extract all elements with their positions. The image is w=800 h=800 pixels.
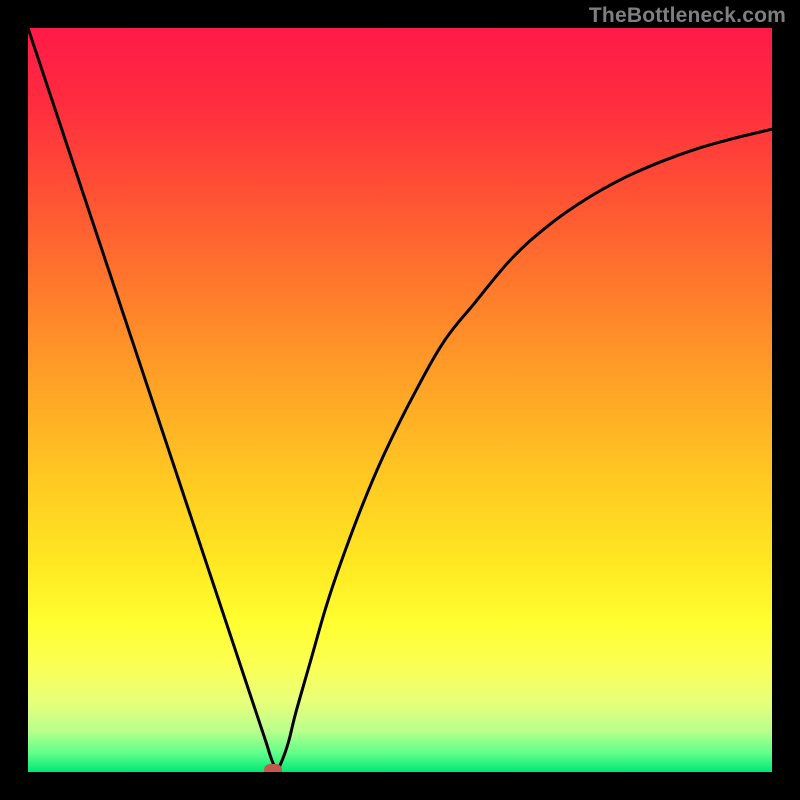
minimum-marker [264, 764, 282, 772]
plot-area [28, 28, 772, 772]
chart-frame: TheBottleneck.com [0, 0, 800, 800]
watermark-text: TheBottleneck.com [589, 4, 786, 28]
curve-layer [28, 28, 772, 772]
bottleneck-curve [28, 28, 772, 769]
